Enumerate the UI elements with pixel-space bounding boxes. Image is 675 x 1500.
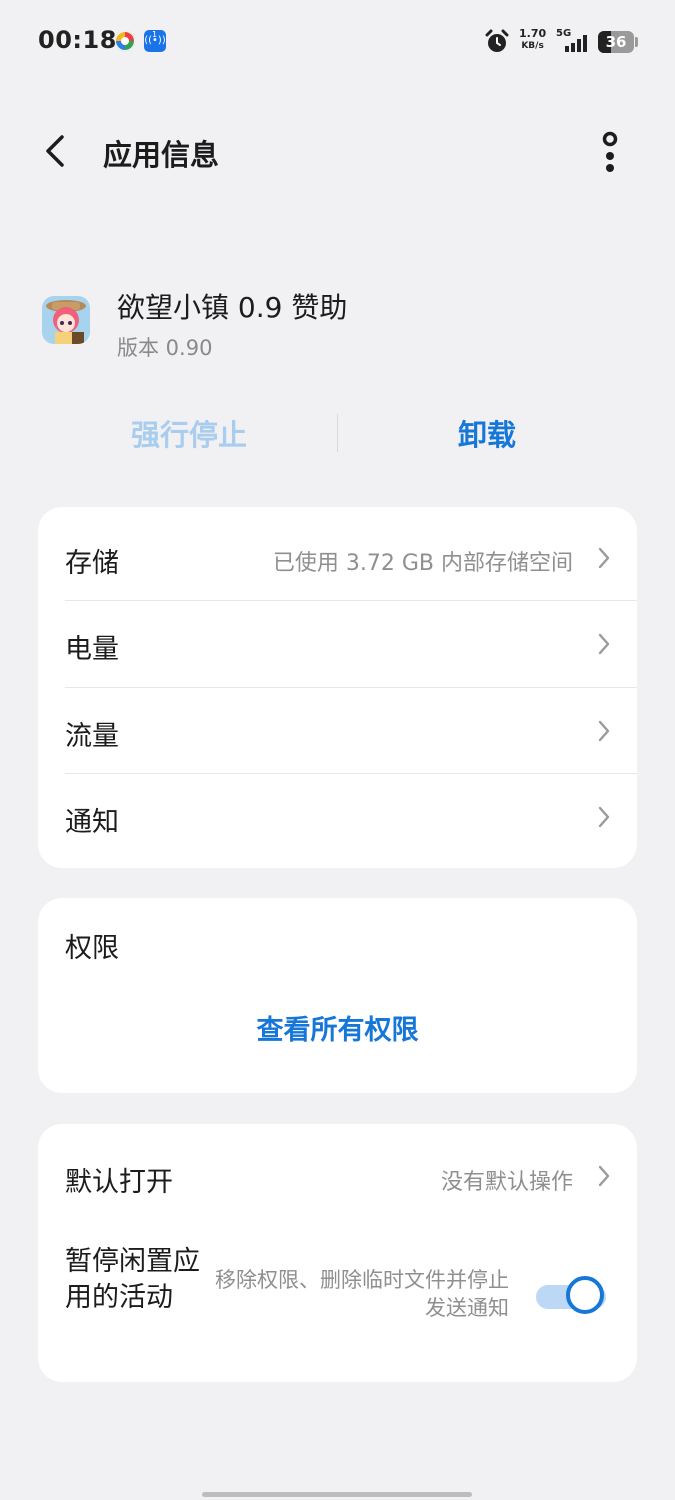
notifications-row[interactable]: 通知 [38, 774, 637, 868]
pause-app-activity-toggle[interactable] [536, 1276, 610, 1316]
page-title: 应用信息 [103, 138, 220, 172]
data-usage-label: 流量 [65, 721, 119, 752]
chevron-right-icon [598, 806, 610, 828]
data-usage-row[interactable]: 流量 [38, 688, 637, 773]
colorful-app-icon [114, 30, 136, 52]
battery-level: 36 [605, 33, 627, 51]
force-stop-button[interactable]: 强行停止 [40, 400, 338, 466]
network-speed-value: 1.70 [519, 27, 547, 40]
app-icon [42, 296, 90, 344]
battery-icon: 36 [598, 31, 634, 53]
more-vertical-icon [602, 131, 618, 172]
chevron-right-icon [598, 1165, 610, 1187]
network-speed: 1.70 KB/s [519, 28, 546, 52]
action-bar: 强行停止 卸载 [40, 400, 636, 466]
battery-tip [635, 37, 638, 47]
app-version: 版本 0.90 [117, 336, 213, 360]
open-by-default-value: 没有默认操作 [440, 1170, 573, 1195]
more-options-button[interactable] [588, 124, 632, 180]
network-speed-unit: KB/s [521, 41, 544, 51]
defaults-card: 默认打开 没有默认操作 暂停闲置应用的活动 移除权限、删除临时文件并停止发送通知 [38, 1124, 637, 1382]
chevron-right-icon [598, 720, 610, 742]
chevron-left-icon [46, 135, 64, 167]
toggle-knob [566, 1276, 604, 1314]
battery-usage-label: 电量 [65, 634, 119, 665]
permissions-card: 权限 查看所有权限 [38, 898, 637, 1093]
permissions-title: 权限 [65, 933, 119, 964]
chevron-right-icon [598, 633, 610, 655]
app-name: 欲望小镇 0.9 赞助 [117, 291, 348, 324]
open-by-default-label: 默认打开 [65, 1167, 173, 1198]
signal-icon [565, 35, 587, 52]
status-time: 00:18 [38, 26, 117, 54]
broadcast-icon: 1 ((•)) [144, 30, 166, 52]
back-button[interactable] [30, 126, 80, 176]
storage-label: 存储 [65, 548, 119, 579]
storage-value: 已使用 3.72 GB 内部存储空间 [272, 551, 573, 576]
pause-app-activity-description: 移除权限、删除临时文件并停止发送通知 [215, 1268, 509, 1320]
notifications-label: 通知 [65, 807, 119, 838]
alarm-icon [485, 29, 509, 52]
view-all-permissions-link[interactable]: 查看所有权限 [38, 1008, 637, 1047]
open-by-default-row[interactable]: 默认打开 没有默认操作 [38, 1124, 637, 1224]
chevron-right-icon [598, 547, 610, 569]
notification-badge: 1 [152, 30, 158, 39]
battery-usage-row[interactable]: 电量 [38, 601, 637, 687]
status-bar: 00:18 1 ((•)) 1.70 KB/s 5G 36 [0, 0, 675, 84]
settings-card: 存储 已使用 3.72 GB 内部存储空间 电量 流量 通知 [38, 507, 637, 868]
pause-app-activity-label: 暂停闲置应用的活动 [65, 1246, 200, 1313]
storage-row[interactable]: 存储 已使用 3.72 GB 内部存储空间 [38, 507, 637, 600]
uninstall-button[interactable]: 卸载 [338, 400, 636, 466]
home-indicator[interactable] [202, 1492, 472, 1497]
